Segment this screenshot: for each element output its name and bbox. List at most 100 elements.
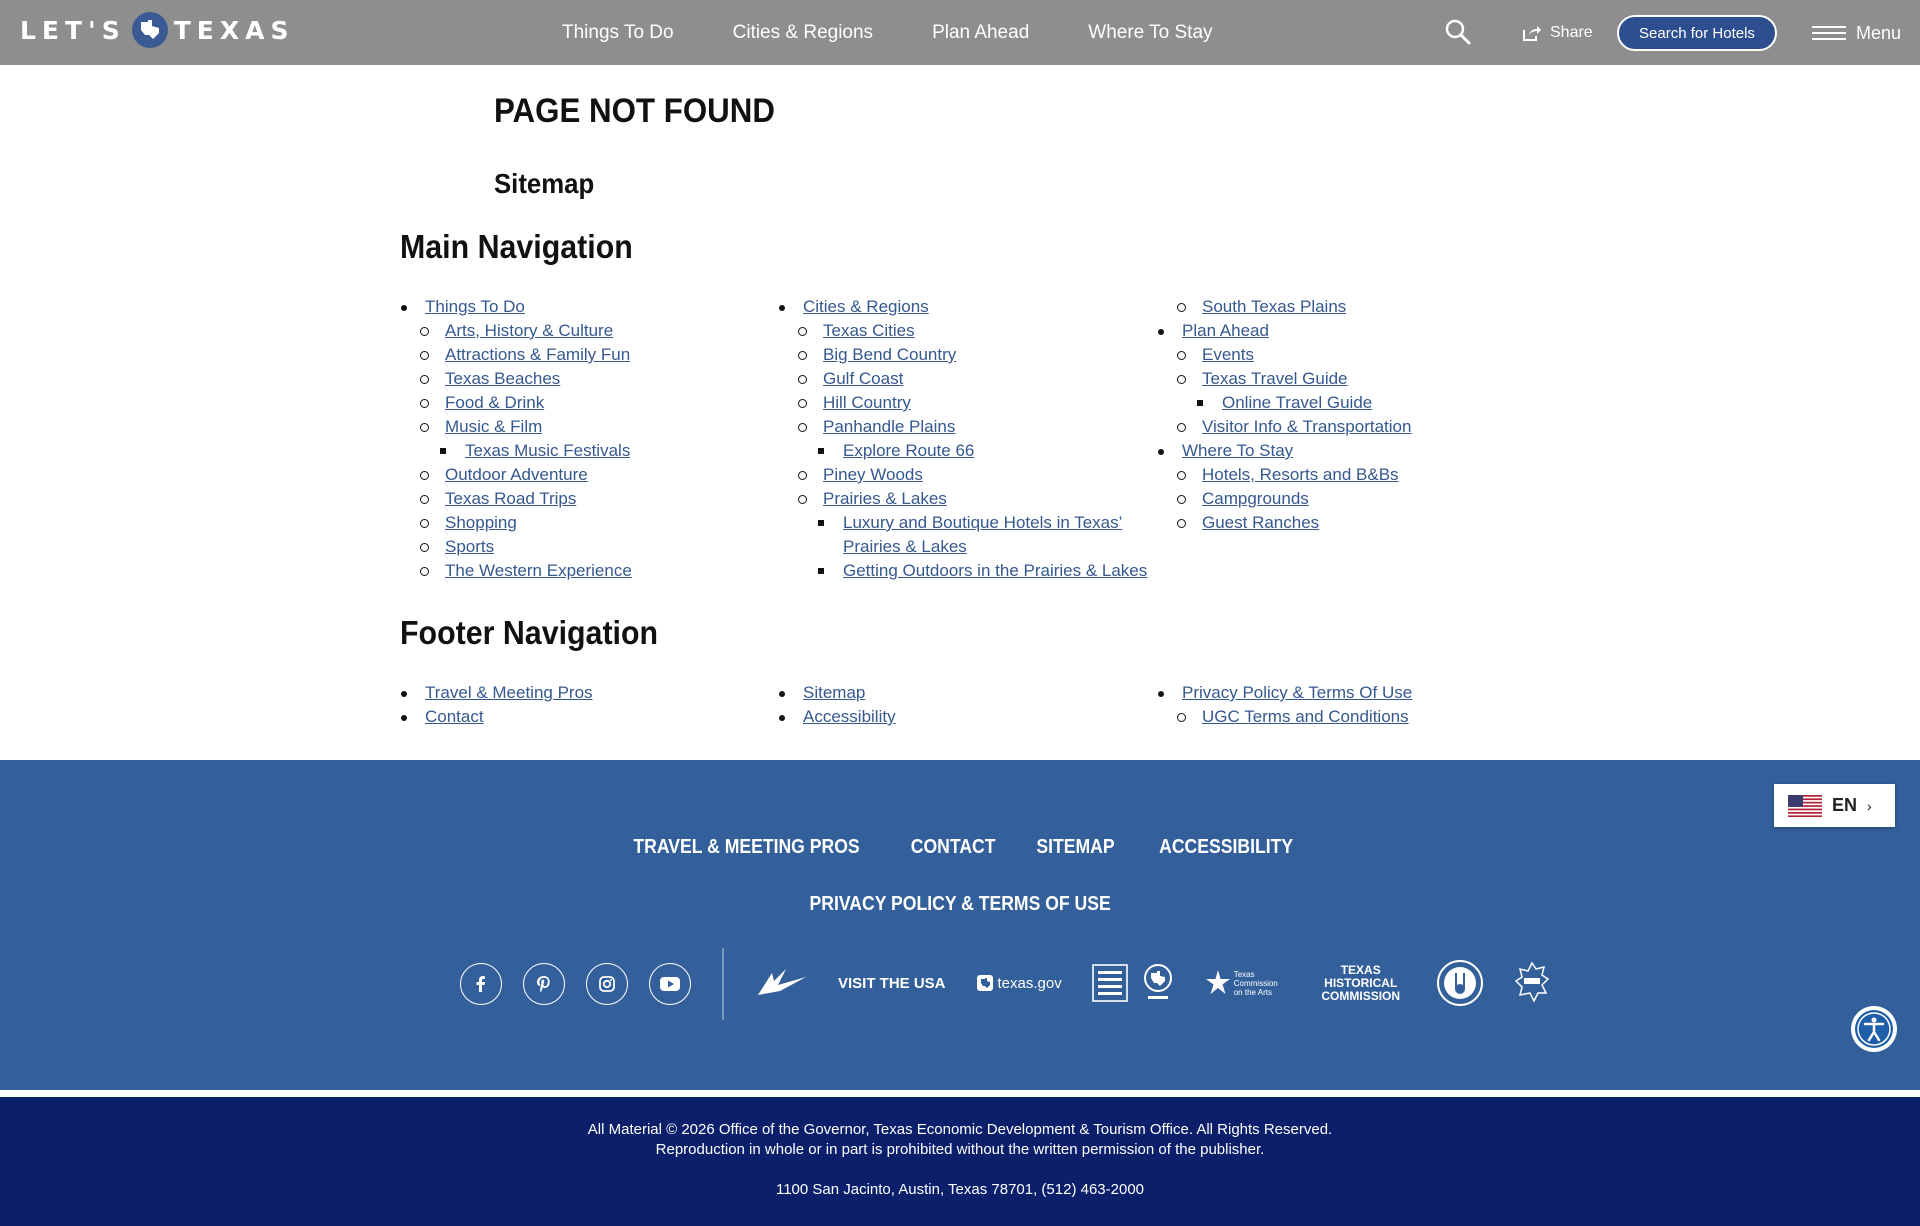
sitemap-link[interactable]: Texas Road Trips <box>445 489 576 508</box>
instagram-icon[interactable] <box>586 963 628 1005</box>
sitemap-link[interactable]: Travel & Meeting Pros <box>425 683 593 702</box>
sitemap-link[interactable]: Events <box>1202 345 1254 364</box>
sitemap-link[interactable]: Texas Travel Guide <box>1202 369 1348 388</box>
language-selector[interactable]: EN › <box>1774 784 1895 827</box>
sitemap-item: Explore Route 66 <box>778 439 1158 463</box>
txdot-logo[interactable] <box>756 965 808 1001</box>
sitemap-item: Piney Woods <box>778 463 1158 487</box>
footer-privacy: PRIVACY POLICY & TERMS OF USE <box>0 893 1920 916</box>
texas-historical-commission-logo[interactable]: TEXAS HISTORICAL COMMISSION <box>1316 963 1406 1003</box>
search-icon[interactable] <box>1444 18 1472 46</box>
sitemap-item: Panhandle Plains <box>778 415 1158 439</box>
texas-gov-logo[interactable]: texas.gov <box>976 974 1062 992</box>
sitemap-link[interactable]: Piney Woods <box>823 465 923 484</box>
sitemap-link[interactable]: Contact <box>425 707 484 726</box>
sitemap-item: Contact <box>400 705 760 729</box>
site-header: LET'S TEXAS Things To Do Cities & Region… <box>0 0 1920 65</box>
nav-plan-ahead[interactable]: Plan Ahead <box>932 22 1029 44</box>
nav-cities-regions[interactable]: Cities & Regions <box>733 22 873 44</box>
share-button[interactable]: Share <box>1522 22 1593 44</box>
sitemap-link[interactable]: Online Travel Guide <box>1222 393 1372 412</box>
menu-button[interactable]: Menu <box>1812 22 1901 44</box>
sitemap-link[interactable]: South Texas Plains <box>1202 297 1346 316</box>
sitemap-link[interactable]: Food & Drink <box>445 393 544 412</box>
footer-navigation-heading: Footer Navigation <box>400 614 659 651</box>
footer-nav-column-1: Travel & Meeting Pros Contact <box>400 681 760 729</box>
texas-film-logo[interactable] <box>1514 961 1550 1005</box>
sitemap-link[interactable]: Campgrounds <box>1202 489 1309 508</box>
sitemap-link[interactable]: Gulf Coast <box>823 369 903 388</box>
footer <box>0 760 1920 1090</box>
sitemap-link[interactable]: Texas Beaches <box>445 369 560 388</box>
sitemap-link[interactable]: Guest Ranches <box>1202 513 1319 532</box>
sitemap-item: Accessibility <box>778 705 1158 729</box>
sitemap-item: Plan Ahead <box>1157 319 1537 343</box>
chevron-right-icon: › <box>1867 797 1872 814</box>
sitemap-link[interactable]: Texas Music Festivals <box>465 441 630 460</box>
sitemap-link[interactable]: Privacy Policy & Terms Of Use <box>1182 683 1412 702</box>
sitemap-link[interactable]: Explore Route 66 <box>843 441 974 460</box>
sitemap-link[interactable]: Sports <box>445 537 494 556</box>
footer-link-travel-meeting-pros[interactable]: TRAVEL & MEETING PROS <box>633 836 859 859</box>
sitemap-link[interactable]: Shopping <box>445 513 517 532</box>
footer-link-privacy-policy[interactable]: PRIVACY POLICY & TERMS OF USE <box>809 893 1110 916</box>
sitemap-item: Hotels, Resorts and B&Bs <box>1157 463 1537 487</box>
visit-the-usa-logo[interactable]: VISIT THE USA <box>838 975 946 992</box>
sitemap-link[interactable]: Attractions & Family Fun <box>445 345 630 364</box>
accessibility-icon[interactable] <box>1851 1006 1897 1052</box>
main-navigation-heading: Main Navigation <box>400 228 633 265</box>
sitemap-link[interactable]: Accessibility <box>803 707 896 726</box>
footer-links: TRAVEL & MEETING PROS CONTACT SITEMAP AC… <box>0 836 1920 859</box>
sitemap-link[interactable]: Getting Outdoors in the Prairies & Lakes <box>843 561 1147 580</box>
footer-link-sitemap[interactable]: SITEMAP <box>1036 836 1114 859</box>
sitemap-link[interactable]: Outdoor Adventure <box>445 465 588 484</box>
sitemap-link[interactable]: The Western Experience <box>445 561 632 580</box>
sitemap-item: Visitor Info & Transportation <box>1157 415 1537 439</box>
lets-texas-logo[interactable]: LET'S TEXAS <box>20 11 295 49</box>
footer-link-contact[interactable]: CONTACT <box>911 836 996 859</box>
logo-text-texas: TEXAS <box>173 15 295 45</box>
footer-separator <box>0 1090 1920 1097</box>
nav-where-to-stay[interactable]: Where To Stay <box>1088 22 1212 44</box>
main-nav-column-2: Cities & Regions Texas Cities Big Bend Cou… <box>778 295 1158 583</box>
sitemap-item: Getting Outdoors in the Prairies & Lakes <box>778 559 1158 583</box>
sitemap-link[interactable]: Panhandle Plains <box>823 417 955 436</box>
sitemap-link[interactable]: UGC Terms and Conditions <box>1202 707 1409 726</box>
sitemap-item: Sports <box>400 535 760 559</box>
sitemap-link[interactable]: Where To Stay <box>1182 441 1293 460</box>
sitemap-link[interactable]: Texas Cities <box>823 321 915 340</box>
tpwd-logo[interactable] <box>1091 964 1128 1002</box>
youtube-icon[interactable] <box>649 963 691 1005</box>
sitemap-item: Big Bend Country <box>778 343 1158 367</box>
sitemap-item: Prairies & Lakes <box>778 487 1158 511</box>
sitemap-link[interactable]: Big Bend Country <box>823 345 956 364</box>
nav-things-to-do[interactable]: Things To Do <box>562 22 674 44</box>
sitemap-item: Travel & Meeting Pros <box>400 681 760 705</box>
sitemap-link[interactable]: Luxury and Boutique Hotels in Texas’ Pra… <box>843 513 1122 556</box>
sitemap-link[interactable]: Hill Country <box>823 393 911 412</box>
sitemap-link[interactable]: Music & Film <box>445 417 542 436</box>
sitemap-link[interactable]: Cities & Regions <box>803 297 929 316</box>
main-nav-column-3: South Texas Plains Plan Ahead Events Texas … <box>1157 295 1537 535</box>
search-hotels-button[interactable]: Search for Hotels <box>1617 15 1777 51</box>
share-label: Share <box>1550 24 1593 41</box>
sitemap-link[interactable]: Hotels, Resorts and B&Bs <box>1202 465 1399 484</box>
sitemap-item: Where To Stay <box>1157 439 1537 463</box>
facebook-icon[interactable] <box>460 963 502 1005</box>
sitemap-link[interactable]: Arts, History & Culture <box>445 321 613 340</box>
partner-logos: VISIT THE USA texas.gov Texas Commission… <box>756 960 1580 1006</box>
sitemap-link[interactable]: Visitor Info & Transportation <box>1202 417 1411 436</box>
sitemap-link[interactable]: Prairies & Lakes <box>823 489 947 508</box>
go-texan-logo[interactable] <box>1142 963 1174 1003</box>
sitemap-link[interactable]: Plan Ahead <box>1182 321 1269 340</box>
pinterest-icon[interactable] <box>523 963 565 1005</box>
texas-music-office-logo[interactable] <box>1436 959 1484 1007</box>
texas-commission-arts-logo[interactable]: Texas Commission on the Arts <box>1204 968 1286 998</box>
sitemap-item: Gulf Coast <box>778 367 1158 391</box>
sitemap-item: Texas Music Festivals <box>400 439 760 463</box>
share-icon <box>1523 26 1541 41</box>
sitemap-link[interactable]: Things To Do <box>425 297 525 316</box>
sitemap-link[interactable]: Sitemap <box>803 683 865 702</box>
footer-link-accessibility[interactable]: ACCESSIBILITY <box>1159 836 1293 859</box>
visit-the-usa-text: VISIT THE USA <box>838 974 946 992</box>
